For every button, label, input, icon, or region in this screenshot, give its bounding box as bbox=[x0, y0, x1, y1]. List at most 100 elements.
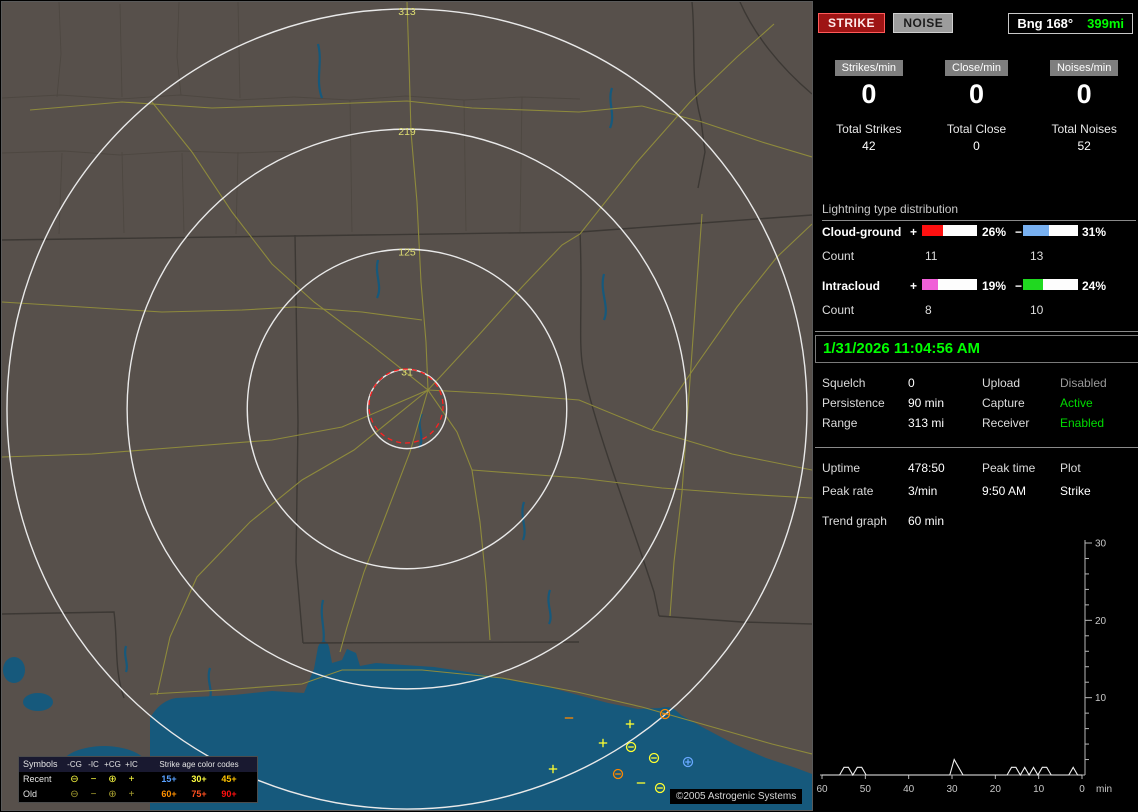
total-close-value: 0 bbox=[973, 139, 980, 153]
timestamp: 1/31/2026 11:04:56 AM bbox=[815, 335, 1138, 363]
svg-text:313: 313 bbox=[398, 6, 416, 18]
svg-text:min: min bbox=[1096, 784, 1112, 795]
plot-value: Strike bbox=[1060, 484, 1091, 498]
strikes-counter-column: Strikes/min 0 Total Strikes 42 bbox=[815, 60, 923, 153]
copyright: ©2005 Astrogenic Systems bbox=[670, 789, 803, 804]
svg-text:30: 30 bbox=[946, 784, 958, 795]
capture-value: Active bbox=[1060, 396, 1093, 410]
close-per-min-button[interactable]: Close/min bbox=[945, 60, 1008, 76]
legend-col-pos-ic: +IC bbox=[125, 759, 138, 769]
noises-per-min-button[interactable]: Noises/min bbox=[1049, 60, 1119, 76]
plus-icon: + bbox=[128, 773, 135, 785]
cloud-ground-row: Cloud-ground + 26% − 31% bbox=[822, 225, 1136, 240]
legend-old-label: Old bbox=[23, 789, 38, 799]
cloud-ground-positive-count: 11 bbox=[925, 249, 938, 263]
trend-graph: 10 20 30 60 50 40 30 20 10 0 min bbox=[816, 539, 1112, 796]
close-per-min-value: 0 bbox=[968, 79, 985, 109]
rate-counters: Strikes/min 0 Total Strikes 42 Close/min… bbox=[815, 60, 1138, 153]
plus-sign: + bbox=[910, 279, 918, 293]
intracloud-negative-bar bbox=[1023, 279, 1078, 290]
svg-text:0: 0 bbox=[1079, 784, 1085, 795]
legend-col-neg-ic: -IC bbox=[88, 759, 99, 769]
range-receiver-row: Range 313 mi Receiver Enabled bbox=[815, 416, 1138, 432]
circle-plus-icon: ⊕ bbox=[108, 773, 117, 785]
plus-sign: + bbox=[910, 225, 918, 239]
total-noises-value: 52 bbox=[1077, 139, 1091, 153]
legend-header: Symbols -CG -IC +CG +IC Strike age color… bbox=[19, 757, 257, 772]
intracloud-negative-count: 10 bbox=[1030, 303, 1044, 317]
peak-rate-label: Peak rate bbox=[822, 484, 874, 498]
noise-indicator-button[interactable]: NOISE bbox=[893, 13, 954, 33]
persistence-label: Persistence bbox=[822, 396, 885, 410]
trend-graph-row: Trend graph 60 min bbox=[815, 514, 1138, 530]
close-counter-column: Close/min 0 Total Close 0 bbox=[923, 60, 1031, 153]
svg-text:31: 31 bbox=[401, 366, 413, 378]
receiver-label: Receiver bbox=[982, 416, 1030, 430]
circle-plus-icon: ⊕ bbox=[108, 788, 117, 800]
legend-row-recent: Recent ⊖ − ⊕ + 15+ 30+ 45+ bbox=[19, 772, 257, 787]
svg-text:20: 20 bbox=[990, 784, 1002, 795]
bearing-range-box: Bng 168° 399mi bbox=[1008, 13, 1133, 34]
cloud-ground-positive-bar bbox=[922, 225, 977, 236]
legend-row-old: Old ⊖ − ⊕ + 60+ 75+ 90+ bbox=[19, 787, 257, 802]
count-label: Count bbox=[822, 249, 855, 263]
total-close-label: Total Close bbox=[946, 122, 1007, 136]
cloud-ground-count-row: Count 11 13 bbox=[822, 249, 1136, 264]
squelch-upload-row: Squelch 0 Upload Disabled bbox=[815, 376, 1138, 392]
peak-rate-value: 3/min bbox=[908, 484, 938, 498]
age-code-90: 90+ bbox=[221, 789, 237, 799]
capture-label: Capture bbox=[982, 396, 1025, 410]
strikes-per-min-button[interactable]: Strikes/min bbox=[834, 60, 904, 76]
persistence-capture-row: Persistence 90 min Capture Active bbox=[815, 396, 1138, 412]
noises-counter-column: Noises/min 0 Total Noises 52 bbox=[1030, 60, 1138, 153]
persistence-value: 90 min bbox=[908, 396, 945, 410]
range-value: 313 mi bbox=[908, 416, 945, 430]
uptime-label: Uptime bbox=[822, 461, 861, 475]
svg-text:40: 40 bbox=[903, 784, 915, 795]
minus-icon: − bbox=[90, 773, 97, 785]
peak-time-value: 9:50 AM bbox=[982, 484, 1027, 498]
bearing-value: Bng 168° bbox=[1017, 16, 1074, 31]
distance-value: 399mi bbox=[1087, 16, 1124, 31]
strike-indicator-button[interactable]: STRIKE bbox=[818, 13, 886, 33]
age-code-60: 60+ bbox=[161, 789, 177, 799]
age-code-45: 45+ bbox=[221, 774, 237, 784]
uptime-value: 478:50 bbox=[908, 461, 945, 475]
peak-time-label: Peak time bbox=[982, 461, 1036, 475]
circle-minus-icon: ⊖ bbox=[70, 788, 79, 800]
intracloud-count-row: Count 8 10 bbox=[822, 303, 1136, 318]
total-strikes-value: 42 bbox=[862, 139, 876, 153]
intracloud-positive-count: 8 bbox=[925, 303, 932, 317]
svg-text:50: 50 bbox=[860, 784, 872, 795]
legend-col-pos-cg: +CG bbox=[104, 759, 121, 769]
total-strikes-label: Total Strikes bbox=[836, 122, 902, 136]
trend-graph-value: 60 min bbox=[908, 514, 945, 528]
minus-icon: − bbox=[90, 788, 97, 800]
svg-text:10: 10 bbox=[1033, 784, 1045, 795]
squelch-value: 0 bbox=[908, 376, 915, 390]
intracloud-label: Intracloud bbox=[822, 279, 881, 293]
minus-sign: − bbox=[1015, 279, 1023, 293]
plot-label: Plot bbox=[1060, 461, 1081, 475]
intracloud-positive-bar bbox=[922, 279, 977, 290]
cloud-ground-label: Cloud-ground bbox=[822, 225, 902, 239]
cloud-ground-negative-pct: 31% bbox=[1082, 225, 1107, 239]
legend-col-neg-cg: -CG bbox=[67, 759, 82, 769]
divider bbox=[815, 447, 1138, 448]
divider bbox=[815, 331, 1138, 332]
cloud-ground-positive-pct: 26% bbox=[982, 225, 1007, 239]
squelch-label: Squelch bbox=[822, 376, 866, 390]
age-code-75: 75+ bbox=[191, 789, 207, 799]
upload-label: Upload bbox=[982, 376, 1021, 390]
age-code-30: 30+ bbox=[191, 774, 207, 784]
svg-text:30: 30 bbox=[1095, 539, 1107, 550]
peak-rate-row: Peak rate 3/min 9:50 AM Strike bbox=[815, 484, 1138, 500]
status-panel: STRIKE NOISE Bng 168° 399mi Strikes/min 0… bbox=[815, 0, 1138, 812]
map-panel: 313 219 125 31 Symbols -CG -IC +CG +IC Stri… bbox=[1, 1, 813, 811]
strikes-per-min-value: 0 bbox=[861, 79, 877, 109]
legend-symbols-header: Symbols bbox=[23, 759, 58, 769]
total-noises-label: Total Noises bbox=[1051, 122, 1117, 136]
legend-recent-label: Recent bbox=[23, 774, 52, 784]
svg-text:219: 219 bbox=[398, 126, 416, 138]
distribution-title: Lightning type distribution bbox=[822, 202, 1136, 221]
